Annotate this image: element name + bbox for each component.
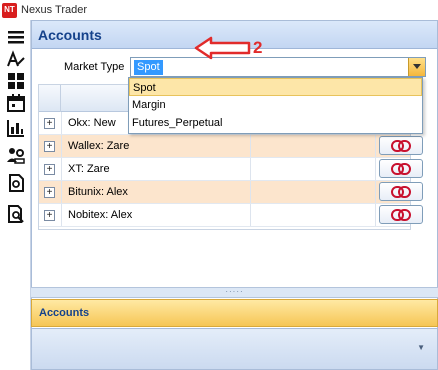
dashboard-grid-icon[interactable] (5, 70, 27, 92)
title-bar: NT Nexus Trader (0, 0, 438, 20)
panel-splitter[interactable]: ····· (31, 287, 438, 298)
chain-link-icon (391, 139, 411, 152)
chevron-down-icon (413, 64, 421, 69)
market-type-label: Market Type (64, 61, 125, 73)
link-button[interactable] (379, 182, 423, 201)
account-name: Wallex: Zare (61, 135, 251, 157)
expand-icon[interactable]: + (44, 164, 55, 175)
menu-icon[interactable] (5, 26, 27, 48)
account-name: XT: Zare (61, 158, 251, 180)
link-button[interactable] (379, 159, 423, 178)
link-button[interactable] (379, 205, 423, 224)
search-document-icon[interactable] (5, 203, 27, 225)
account-name: Nobitex: Alex (61, 204, 251, 226)
table-row[interactable]: + XT: Zare (39, 158, 423, 181)
chain-link-icon (391, 185, 411, 198)
annotation-arrow-icon (194, 36, 251, 60)
chevron-down-icon[interactable]: ▼ (417, 343, 425, 352)
header-indent (39, 85, 61, 112)
app-logo: NT (2, 2, 17, 18)
panel-title: Accounts (38, 26, 102, 43)
table-row[interactable]: + Bitunix: Alex (39, 181, 423, 204)
link-button[interactable] (379, 136, 423, 155)
expand-icon[interactable]: + (44, 118, 55, 129)
bottom-bar-title: Accounts (39, 307, 90, 319)
dropdown-option-spot[interactable]: Spot (129, 78, 422, 96)
dropdown-option-futures[interactable]: Futures_Perpetual (129, 114, 422, 132)
table-row[interactable]: + Nobitex: Alex (39, 204, 423, 227)
document-icon[interactable] (5, 172, 27, 194)
bottom-accounts-bar[interactable]: Accounts (31, 299, 438, 327)
chain-link-icon (391, 208, 411, 221)
account-name: Bitunix: Alex (61, 181, 251, 203)
expand-icon[interactable]: + (44, 141, 55, 152)
dropdown-button[interactable] (408, 58, 425, 76)
market-type-dropdown-list: Spot Margin Futures_Perpetual (128, 77, 423, 134)
table-row[interactable]: + Wallex: Zare (39, 135, 423, 158)
expand-icon[interactable]: + (44, 187, 55, 198)
market-type-value: Spot (134, 60, 163, 75)
people-icon[interactable] (5, 144, 27, 166)
splitter-grip-icon: ····· (225, 287, 244, 296)
app-title: Nexus Trader (21, 4, 88, 16)
bottom-strip: ▼ (31, 328, 438, 370)
text-edit-icon[interactable] (5, 49, 27, 71)
chart-icon[interactable] (5, 117, 27, 139)
calendar-icon[interactable] (5, 92, 27, 114)
market-type-select[interactable]: Spot (130, 57, 426, 77)
annotation-number: 2 (253, 38, 263, 57)
dropdown-option-margin[interactable]: Margin (129, 96, 422, 114)
expand-icon[interactable]: + (44, 210, 55, 221)
chain-link-icon (391, 162, 411, 175)
left-toolbar (0, 20, 31, 370)
